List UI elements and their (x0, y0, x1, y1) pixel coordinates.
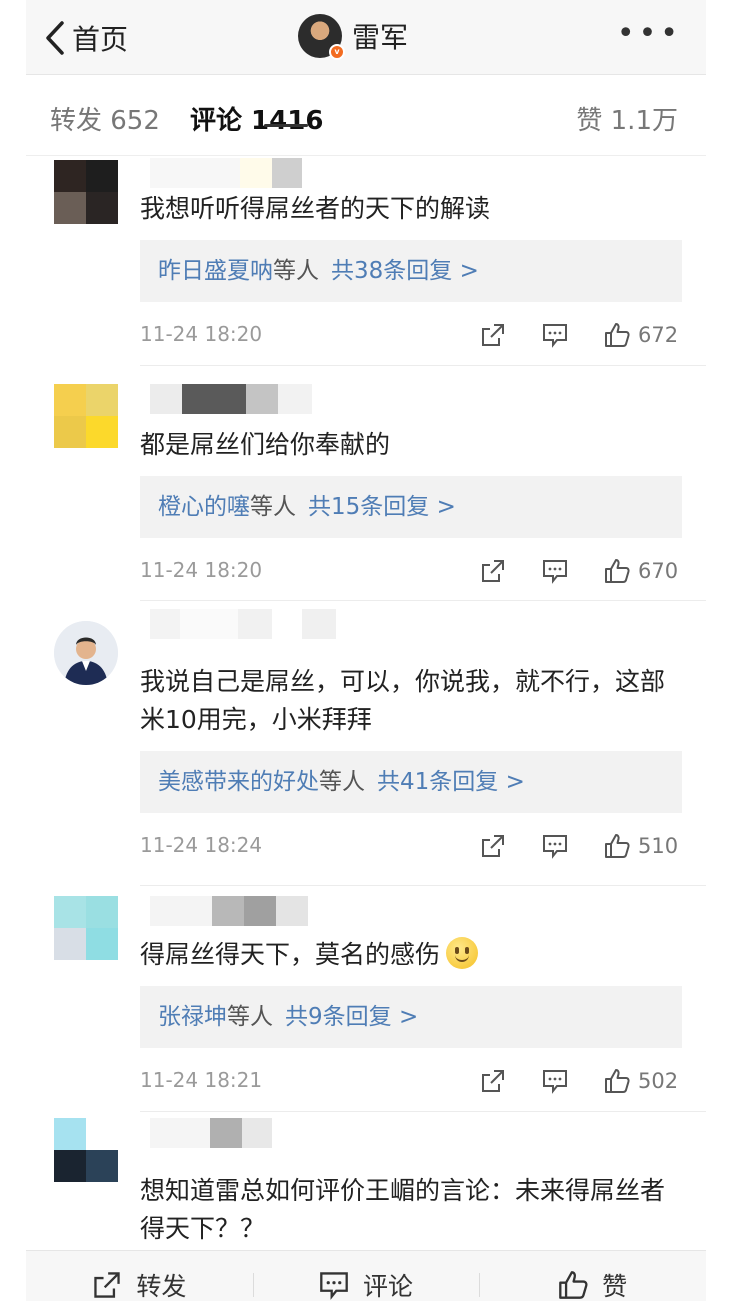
comment-item: 我说自己是屌丝，可以，你说我，就不行，这部米10用完，小米拜拜 美感带来的好处等… (26, 601, 706, 886)
reply-summary[interactable]: 美感带来的好处等人 共41条回复 > (140, 751, 682, 813)
chevron-left-icon (46, 21, 64, 55)
comment-time: 11-24 18:20 (140, 558, 263, 582)
comment-time: 11-24 18:24 (140, 833, 263, 857)
avatar[interactable] (54, 896, 118, 960)
thumbs-up-icon (605, 834, 630, 858)
top-nav-bar: 首页 v 雷军 ••• (26, 0, 706, 75)
avatar[interactable] (54, 160, 118, 224)
share-icon (482, 1070, 504, 1092)
comment-text: 我想听听得屌丝者的天下的解读 (140, 194, 491, 223)
comment-time: 11-24 18:21 (140, 1068, 263, 1092)
reply-button[interactable] (542, 556, 568, 586)
like-count: 510 (638, 834, 679, 858)
active-tab-indicator (264, 124, 308, 127)
avatar[interactable] (54, 1118, 118, 1182)
share-button[interactable] (480, 1066, 506, 1096)
like-button[interactable]: 672 (604, 320, 678, 350)
like-button[interactable]: 502 (604, 1066, 678, 1096)
reply-count[interactable]: 共41条回复 > (377, 769, 525, 795)
share-button[interactable] (480, 320, 506, 350)
comment-meta: 11-24 18:20 670 (140, 556, 682, 586)
bottom-toolbar: 转发 评论 赞 (26, 1250, 706, 1301)
reply-user[interactable]: 昨日盛夏呐 (158, 258, 273, 284)
like-button[interactable]: 510 (604, 831, 678, 861)
comment-icon (320, 1272, 348, 1300)
reply-summary[interactable]: 张禄坤等人 共9条回复 > (140, 986, 682, 1048)
like-label: 赞 (602, 1272, 628, 1301)
comment-item: 都是屌丝们给你奉献的 橙心的噻等人 共15条回复 > 11-24 18:20 67… (26, 366, 706, 601)
thumbs-up-icon (605, 559, 630, 583)
reply-etc: 等人 (250, 494, 296, 520)
comment-meta: 11-24 18:21 502 (140, 1066, 682, 1096)
share-button[interactable] (480, 831, 506, 861)
comment-text: 都是屌丝们给你奉献的 (140, 430, 391, 459)
comment-meta: 11-24 18:20 672 (140, 320, 682, 350)
reply-count[interactable]: 共38条回复 > (331, 258, 479, 284)
comment-item: 得屌丝得天下，莫名的感伤 张禄坤等人 共9条回复 > 11-24 18:21 50… (26, 886, 706, 1112)
share-icon (482, 324, 504, 346)
username-blurred[interactable] (150, 609, 336, 639)
reply-summary[interactable]: 昨日盛夏呐等人 共38条回复 > (140, 240, 682, 302)
thumbs-up-icon (605, 323, 630, 347)
reply-user[interactable]: 橙心的噻 (158, 494, 250, 520)
share-icon (482, 560, 504, 582)
reply-etc: 等人 (227, 1004, 273, 1030)
username-blurred[interactable] (150, 1118, 272, 1148)
comment-text: 我说自己是屌丝，可以，你说我，就不行，这部米10用完，小米拜拜 (140, 667, 666, 734)
comment-time: 11-24 18:20 (140, 322, 263, 346)
comment-icon (543, 560, 567, 584)
username-blurred[interactable] (150, 896, 308, 926)
comment-item: 我想听听得屌丝者的天下的解读 昨日盛夏呐等人 共38条回复 > 11-24 18:… (26, 156, 706, 366)
reply-etc: 等人 (273, 258, 319, 284)
reply-button[interactable] (542, 1066, 568, 1096)
comment-icon (543, 1070, 567, 1094)
like-count: 670 (638, 559, 679, 583)
reply-button[interactable] (542, 831, 568, 861)
profile-header[interactable]: v 雷军 (298, 14, 409, 60)
reply-user[interactable]: 张禄坤 (158, 1004, 227, 1030)
comment-button[interactable]: 评论 (252, 1251, 480, 1301)
repost-label: 转发 (136, 1272, 187, 1301)
share-button[interactable] (480, 556, 506, 586)
verified-badge-icon: v (329, 44, 345, 60)
comment-text: 想知道雷总如何评价王嵋的言论：未来得屌丝者得天下？？ (140, 1176, 666, 1243)
tab-repost[interactable]: 转发 652 (50, 100, 160, 137)
comment-meta: 11-24 18:24 510 (140, 831, 682, 861)
like-button[interactable]: 赞 (479, 1251, 706, 1301)
comment-icon (543, 835, 567, 859)
thumbs-up-icon (605, 1069, 630, 1093)
comment-text-content: 得屌丝得天下，莫名的感伤 (140, 940, 441, 969)
share-icon (94, 1272, 121, 1298)
comment-text: 得屌丝得天下，莫名的感伤 (140, 936, 680, 974)
tab-likes[interactable]: 赞 1.1万 (576, 100, 678, 137)
reply-button[interactable] (542, 320, 568, 350)
reply-etc: 等人 (319, 769, 365, 795)
smile-emoji-icon (446, 937, 479, 969)
reply-count[interactable]: 共9条回复 > (285, 1004, 418, 1030)
reply-summary[interactable]: 橙心的噻等人 共15条回复 > (140, 476, 682, 538)
comment-icon (543, 324, 567, 348)
thumbs-up-icon (559, 1271, 588, 1299)
like-count: 502 (638, 1069, 679, 1093)
comment-item: 想知道雷总如何评价王嵋的言论：未来得屌丝者得天下？？ (26, 1112, 706, 1250)
weibo-comments-screen: 首页 v 雷军 ••• 转发 652 评论 1416 赞 1.1万 我想听听得屌… (26, 0, 706, 1301)
repost-button[interactable]: 转发 (26, 1251, 253, 1301)
person-avatar-icon (54, 621, 118, 685)
more-options-icon[interactable]: ••• (617, 19, 682, 49)
like-button[interactable]: 670 (604, 556, 678, 586)
page-title: 雷军 (352, 21, 409, 54)
back-label: 首页 (72, 23, 129, 56)
like-count: 672 (638, 323, 679, 347)
avatar[interactable] (54, 384, 118, 448)
comment-label: 评论 (363, 1272, 414, 1301)
avatar[interactable] (54, 621, 118, 685)
username-blurred[interactable] (150, 384, 312, 414)
username-blurred[interactable] (150, 158, 302, 188)
tab-bar: 转发 652 评论 1416 赞 1.1万 (26, 76, 706, 156)
back-button[interactable]: 首页 (44, 18, 128, 58)
reply-count[interactable]: 共15条回复 > (308, 494, 456, 520)
share-icon (482, 835, 504, 857)
reply-user[interactable]: 美感带来的好处 (158, 769, 319, 795)
avatar[interactable]: v (298, 14, 345, 60)
